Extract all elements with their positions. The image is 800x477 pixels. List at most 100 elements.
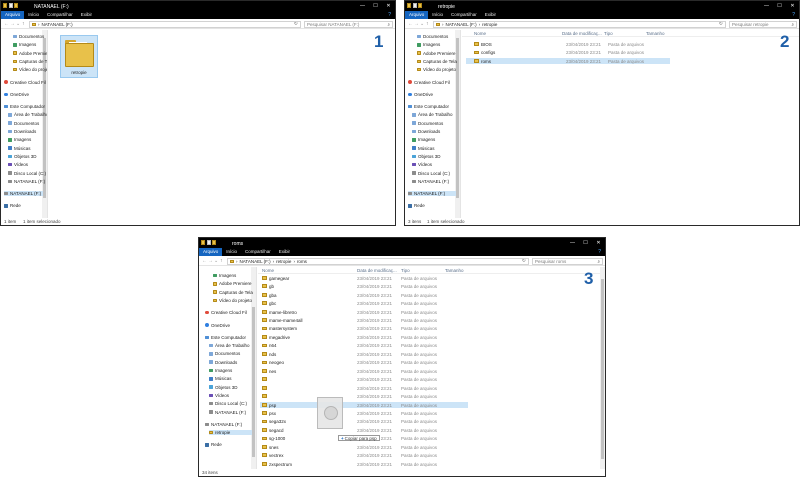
column-name[interactable]: Nome <box>474 31 486 36</box>
nav-item[interactable]: NATANAEL (F:) <box>4 191 43 197</box>
table-row[interactable]: gamegear 23/04/2019 23:21 Pasta de arquivo… <box>260 275 468 281</box>
tab-arquivo[interactable]: Arquivo <box>199 248 223 256</box>
details-view-icon[interactable] <box>392 225 396 226</box>
address-bar[interactable]: › NATANAEL (F:) ↻ <box>29 20 301 28</box>
nav-item[interactable]: Vídeo do projeto <box>213 298 252 303</box>
help-icon[interactable]: ? <box>388 11 391 19</box>
refresh-icon[interactable]: ↻ <box>522 259 526 264</box>
tab-inicio[interactable]: Início <box>24 11 43 19</box>
up-arrow-icon[interactable]: ↑ <box>22 21 25 27</box>
properties-icon[interactable] <box>8 3 13 8</box>
nav-item[interactable]: Este Computador <box>205 335 252 340</box>
nav-item[interactable]: Disco Local (C:) <box>412 171 456 176</box>
back-arrow-icon[interactable]: ← <box>408 21 413 27</box>
table-row[interactable]: mame-mame4all 23/04/2019 23:21 Pasta de ar… <box>260 317 468 323</box>
nav-item[interactable]: Área de Trabalho <box>209 343 252 348</box>
minimize-button[interactable]: — <box>356 1 369 11</box>
folder-tile[interactable]: retropie <box>60 35 98 78</box>
tab-exibir[interactable]: Exibir <box>481 11 500 19</box>
table-row[interactable]: BIOS 23/04/2019 23:21 Pasta de arquivos <box>466 41 670 47</box>
details-view-icon[interactable] <box>796 225 800 226</box>
nav-item[interactable]: Documentos <box>209 351 252 356</box>
nav-item[interactable]: retropie <box>209 430 252 436</box>
recent-chevron-icon[interactable]: ⌄ <box>420 21 424 27</box>
table-row[interactable]: mame-libretro 23/04/2019 23:21 Pasta de ar… <box>260 309 468 315</box>
column-date[interactable]: Data de modificaç... <box>562 31 602 36</box>
help-icon[interactable]: ? <box>792 11 795 19</box>
tab-inicio[interactable]: Início <box>428 11 447 19</box>
nav-item[interactable]: Imagens <box>412 137 456 142</box>
list-scroll-thumb[interactable] <box>601 279 604 459</box>
tab-compartilhar[interactable]: Compartilhar <box>447 11 481 19</box>
address-bar[interactable]: › NATANAEL (F:) › retropie › roms ↻ <box>227 257 529 265</box>
nav-item[interactable]: Creative Cloud Fil <box>4 80 46 85</box>
table-row[interactable]: configs 23/04/2019 23:21 Pasta de arquivos <box>466 50 670 56</box>
tab-exibir[interactable]: Exibir <box>275 248 294 256</box>
column-name[interactable]: Nome <box>262 268 274 273</box>
nav-item[interactable]: Imagens <box>13 42 43 47</box>
nav-item[interactable]: Músicas <box>412 146 456 151</box>
title-bar[interactable]: retropie — ☐ ✕ <box>405 1 799 11</box>
breadcrumb-retropie[interactable]: retropie <box>482 22 497 27</box>
nav-item[interactable]: Área de Trabalho <box>8 112 47 117</box>
nav-item[interactable]: Creative Cloud Fil <box>408 80 456 85</box>
nav-item[interactable]: Disco Local (C:) <box>8 171 46 176</box>
quick-access-toolbar[interactable] <box>3 3 18 8</box>
table-row[interactable]: nes 23/04/2019 23:21 Pasta de arquivos <box>260 368 468 374</box>
nav-item[interactable]: NATANAEL (F:) <box>412 179 456 184</box>
nav-item[interactable]: Capturas de Tela <box>13 59 47 64</box>
table-row[interactable]: 23/04/2019 23:21 Pasta de arquivos <box>260 393 468 399</box>
table-row[interactable]: zxspectrum 23/04/2019 23:21 Pasta de arqui… <box>260 461 468 467</box>
nav-item[interactable]: Rede <box>205 442 252 447</box>
refresh-icon[interactable]: ↻ <box>294 22 298 27</box>
table-row[interactable]: neogeo 23/04/2019 23:21 Pasta de arquivos <box>260 360 468 366</box>
nav-item[interactable]: Objetos 3D <box>209 385 252 390</box>
table-row[interactable]: segacd 23/04/2019 23:21 Pasta de arquivos <box>260 427 468 433</box>
nav-item[interactable]: Imagens <box>417 42 456 47</box>
table-row[interactable]: gb 23/04/2019 23:21 Pasta de arquivos <box>260 283 468 289</box>
recent-chevron-icon[interactable]: ⌄ <box>214 258 218 264</box>
table-row[interactable]: vectrex 23/04/2019 23:21 Pasta de arquivos <box>260 452 468 458</box>
breadcrumb-roms[interactable]: roms <box>297 259 307 264</box>
title-bar[interactable]: NATANAEL (F:) — ☐ ✕ <box>1 1 395 11</box>
nav-item[interactable]: NATANAEL (F:) <box>408 191 456 197</box>
nav-item[interactable]: NATANAEL (F:) <box>205 422 252 427</box>
table-row[interactable]: gbc 23/04/2019 23:21 Pasta de arquivos <box>260 300 468 306</box>
nav-item[interactable]: Vídeos <box>8 162 43 167</box>
column-type[interactable]: Tipo <box>401 268 410 273</box>
nav-item[interactable]: Músicas <box>8 146 43 151</box>
minimize-button[interactable]: — <box>566 238 579 248</box>
address-bar[interactable]: › NATANAEL (F:) › retropie ↻ <box>433 20 726 28</box>
nav-item[interactable]: Adobe Premiere <box>213 281 252 286</box>
tab-compartilhar[interactable]: Compartilhar <box>43 11 77 19</box>
search-input[interactable]: Pesquisar roms ⌕ <box>532 257 603 265</box>
table-row[interactable]: roms 23/04/2019 23:21 Pasta de arquivos <box>466 58 670 65</box>
nav-item[interactable]: Músicas <box>209 376 252 381</box>
search-input[interactable]: Pesquisar retropie ⌕ <box>729 20 797 28</box>
maximize-button[interactable]: ☐ <box>773 1 786 11</box>
tab-inicio[interactable]: Início <box>222 248 241 256</box>
nav-item[interactable]: Documentos <box>8 121 43 126</box>
tab-compartilhar[interactable]: Compartilhar <box>241 248 275 256</box>
nav-item[interactable]: Capturas de Tela <box>213 290 253 295</box>
new-folder-icon[interactable] <box>212 240 216 245</box>
nav-item[interactable]: Documentos <box>13 34 44 39</box>
back-arrow-icon[interactable]: ← <box>202 258 207 264</box>
title-bar[interactable]: roms — ☐ ✕ <box>199 238 605 248</box>
nav-item[interactable]: Este Computador <box>408 104 456 109</box>
nav-item[interactable]: Vídeos <box>209 393 252 398</box>
table-row[interactable]: psx 23/04/2019 23:21 Pasta de arquivos <box>260 410 468 416</box>
forward-arrow-icon[interactable]: → <box>208 258 213 264</box>
table-row[interactable]: psp 23/04/2019 23:21 Pasta de arquivos <box>260 401 468 408</box>
nav-item[interactable]: Imagens <box>213 273 252 278</box>
nav-item[interactable]: Vídeo do projeto <box>13 67 47 72</box>
search-input[interactable]: Pesquisar NATANAEL (F:) ⌕ <box>304 20 393 28</box>
nav-item[interactable]: Adobe Premiere <box>417 51 456 56</box>
table-row[interactable]: gba 23/04/2019 23:21 Pasta de arquivos <box>260 292 468 298</box>
breadcrumb-natanael[interactable]: NATANAEL (F:) <box>42 22 73 27</box>
table-row[interactable]: megadrive 23/04/2019 23:21 Pasta de arquiv… <box>260 334 468 340</box>
close-button[interactable]: ✕ <box>592 238 605 248</box>
tab-arquivo[interactable]: Arquivo <box>405 11 429 19</box>
recent-chevron-icon[interactable]: ⌄ <box>16 21 20 27</box>
nav-item[interactable]: OneDrive <box>205 323 252 328</box>
